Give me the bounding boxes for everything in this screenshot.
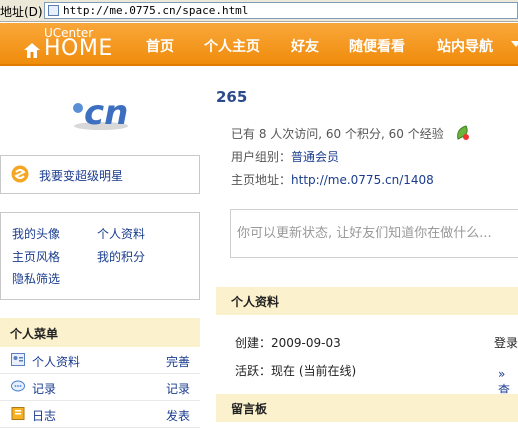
- star-swirl-icon: [11, 165, 29, 183]
- menu-item-label[interactable]: 日志: [32, 407, 56, 424]
- nav-my-homepage[interactable]: 个人主页: [204, 36, 260, 56]
- active-row: 活跃：现在 (当前在线): [235, 362, 356, 379]
- avatar[interactable]: cn: [68, 88, 132, 134]
- nav-home[interactable]: 首页: [146, 36, 174, 56]
- status-placeholder[interactable]: 你可以更新状态, 让好友们知道你在做什么...: [237, 222, 492, 241]
- publish-blog-link[interactable]: 发表: [166, 407, 190, 424]
- brand-home-logo[interactable]: HOME: [44, 36, 113, 61]
- address-input[interactable]: http://me.0775.cn/space.html: [44, 2, 518, 19]
- link-privacy-filter[interactable]: 隐私筛选: [12, 270, 60, 287]
- login-label: 登录: [494, 336, 518, 350]
- nav-browse[interactable]: 随便看看: [349, 36, 405, 56]
- personal-menu-title: 个人菜单: [10, 327, 59, 341]
- address-label: 地址(D): [0, 5, 43, 19]
- menu-item-records[interactable]: 记录 记录: [0, 374, 200, 401]
- user-group-row: 用户组别：普通会员: [231, 148, 339, 165]
- speech-bubble-icon: [11, 380, 25, 392]
- personal-menu-header: 个人菜单: [0, 318, 200, 347]
- site-header: UCenter HOME 首页 个人主页 好友 随便看看 站内导航: [0, 23, 518, 66]
- visit-stats: 已有 8 人次访问, 60 个积分, 60 个经验: [231, 127, 444, 141]
- created-value: 2009-09-03: [271, 336, 341, 350]
- profile-card-icon: [11, 353, 25, 366]
- created-row: 创建：2009-09-03: [235, 334, 341, 351]
- active-value: 现在 (当前在线): [271, 364, 357, 378]
- profile-section-title: 个人资料: [231, 295, 280, 309]
- menu-item-label[interactable]: 个人资料: [32, 353, 80, 370]
- leaf-icon: [457, 125, 469, 140]
- guestbook-section-header: 留言板: [216, 394, 518, 422]
- avatar-text: cn: [84, 93, 128, 133]
- browser-address-bar: 地址(D) http://me.0775.cn/space.html: [0, 0, 518, 22]
- chevron-down-icon[interactable]: [511, 41, 518, 47]
- super-star-link[interactable]: 我要变超级明星: [39, 167, 123, 184]
- link-page-style[interactable]: 主页风格: [12, 248, 60, 265]
- username-title[interactable]: 265: [216, 88, 247, 106]
- menu-item-profile[interactable]: 个人资料 完善: [0, 347, 200, 374]
- menu-item-label[interactable]: 记录: [32, 380, 56, 397]
- link-profile[interactable]: 个人资料: [97, 225, 145, 242]
- user-group-link[interactable]: 普通会员: [291, 150, 339, 164]
- super-star-box: 我要变超级明星: [0, 155, 200, 194]
- home-url-row: 主页地址：http://me.0775.cn/1408: [231, 171, 434, 188]
- user-group-label: 用户组别：: [231, 150, 292, 164]
- profile-section-header: 个人资料: [216, 287, 518, 315]
- nav-friends[interactable]: 好友: [291, 36, 319, 56]
- address-url[interactable]: http://me.0775.cn/space.html: [63, 4, 248, 17]
- active-label: 活跃：: [235, 364, 272, 378]
- add-record-link[interactable]: 记录: [166, 380, 190, 397]
- link-my-avatar[interactable]: 我的头像: [12, 225, 60, 242]
- link-my-points[interactable]: 我的积分: [97, 248, 145, 265]
- page-icon: [48, 5, 59, 16]
- home-url-link[interactable]: http://me.0775.cn/1408: [291, 173, 434, 187]
- nav-site-navigation[interactable]: 站内导航: [437, 36, 493, 56]
- journal-icon: [11, 407, 25, 420]
- status-input[interactable]: 你可以更新状态, 让好友们知道你在做什么...: [230, 209, 518, 258]
- quick-links-box: 我的头像 个人资料 主页风格 我的积分 隐私筛选: [0, 212, 200, 300]
- created-label: 创建：: [235, 336, 272, 350]
- guestbook-section-title: 留言板: [231, 402, 268, 416]
- complete-profile-link[interactable]: 完善: [166, 353, 190, 370]
- home-url-label: 主页地址：: [231, 173, 292, 187]
- home-icon[interactable]: [24, 43, 40, 58]
